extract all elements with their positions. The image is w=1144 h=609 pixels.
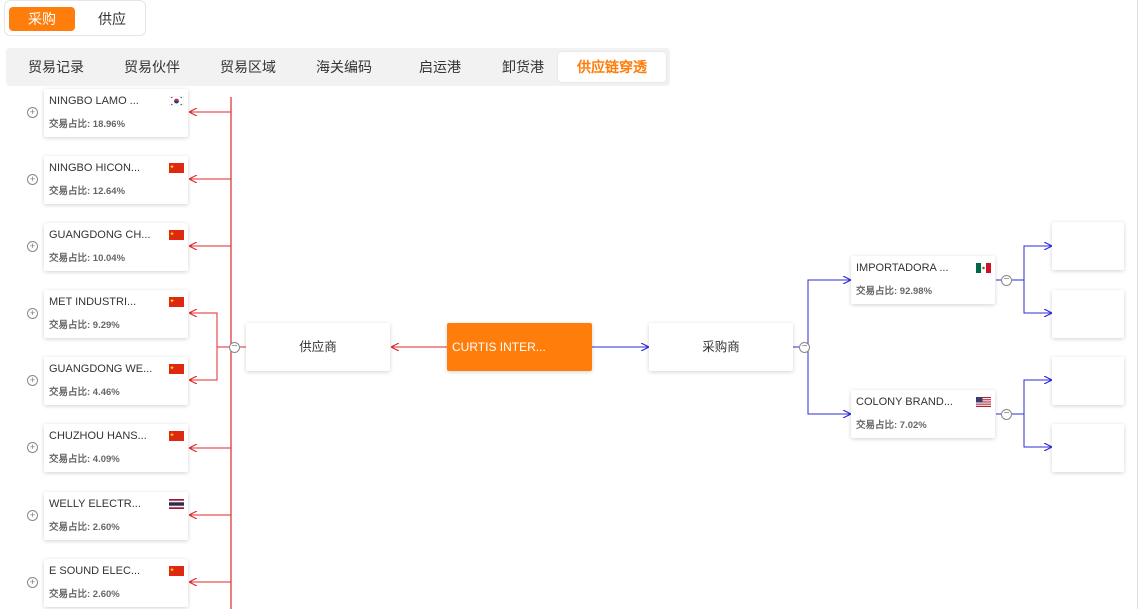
supplier-share: 交易占比: 12.64% (49, 186, 126, 197)
supplier-card[interactable]: CHUZHOU HANS... 交易占比: 4.09% (44, 424, 188, 472)
flag-cn-icon (169, 566, 184, 576)
supplier-share: 交易占比: 2.60% (49, 522, 120, 533)
supplier-card[interactable]: GUANGDONG CH... 交易占比: 10.04% (44, 223, 188, 271)
scrollbar-edge (1137, 0, 1138, 609)
supplier-share: 交易占比: 2.60% (49, 589, 120, 600)
flag-kr-icon (169, 96, 184, 106)
buyer-hub[interactable]: 采购商 (649, 323, 793, 371)
supplier-share: 交易占比: 10.04% (49, 253, 126, 264)
supplier-name: GUANGDONG WE... (49, 363, 153, 375)
supplier-card[interactable]: E SOUND ELEC... 交易占比: 2.60% (44, 559, 188, 607)
supplier-share: 交易占比: 18.96% (49, 119, 126, 130)
expand-icon[interactable]: + (27, 241, 38, 252)
flag-us-icon (976, 397, 991, 407)
leaf-node-buy[interactable]: 采购 (1052, 357, 1124, 405)
center-company[interactable]: CURTIS INTER... (447, 323, 592, 371)
flag-cn-icon (169, 230, 184, 240)
leaf-node-supply[interactable]: 供应 (1052, 424, 1124, 472)
supplier-card[interactable]: GUANGDONG WE... 交易占比: 4.46% (44, 357, 188, 405)
buyer-share: 交易占比: 92.98% (856, 286, 933, 297)
supplier-name: MET INDUSTRI... (49, 296, 137, 308)
flag-cn-icon (169, 163, 184, 173)
collapse-icon[interactable]: − (799, 342, 810, 353)
buyer-card[interactable]: IMPORTADORA ... 交易占比: 92.98% (851, 256, 995, 304)
buyer-name: COLONY BRAND... (856, 396, 953, 408)
flag-mx-icon (976, 263, 991, 273)
flag-cn-icon (169, 297, 184, 307)
buyer-card[interactable]: COLONY BRAND... 交易占比: 7.02% (851, 390, 995, 438)
expand-icon[interactable]: + (27, 510, 38, 521)
collapse-icon[interactable]: − (229, 342, 240, 353)
leaf-node-supply[interactable]: 供应 (1052, 290, 1124, 338)
expand-icon[interactable]: + (27, 174, 38, 185)
expand-icon[interactable]: + (27, 577, 38, 588)
flag-th-icon (169, 499, 184, 509)
supplier-hub[interactable]: 供应商 (246, 323, 390, 371)
supplier-name: NINGBO LAMO ... (49, 95, 139, 107)
collapse-icon[interactable]: − (1001, 275, 1012, 286)
supplier-name: NINGBO HICON... (49, 162, 141, 174)
supplier-name: GUANGDONG CH... (49, 229, 151, 241)
supplier-share: 交易占比: 4.46% (49, 387, 120, 398)
supplier-card[interactable]: NINGBO LAMO ... 交易占比: 18.96% (44, 89, 188, 137)
supplier-name: WELLY ELECTR... (49, 498, 141, 510)
supplier-card[interactable]: WELLY ELECTR... 交易占比: 2.60% (44, 492, 188, 540)
supplier-share: 交易占比: 9.29% (49, 320, 120, 331)
flag-cn-icon (169, 431, 184, 441)
supplier-card[interactable]: MET INDUSTRI... 交易占比: 9.29% (44, 290, 188, 338)
supplier-share: 交易占比: 4.09% (49, 454, 120, 465)
expand-icon[interactable]: + (27, 375, 38, 386)
expand-icon[interactable]: + (27, 442, 38, 453)
buyer-share: 交易占比: 7.02% (856, 420, 927, 431)
supplier-name: CHUZHOU HANS... (49, 430, 147, 442)
leaf-node-buy[interactable]: 采购 (1052, 222, 1124, 270)
expand-icon[interactable]: + (27, 107, 38, 118)
flag-cn-icon (169, 364, 184, 374)
collapse-icon[interactable]: − (1001, 409, 1012, 420)
supplier-name: E SOUND ELEC... (49, 565, 141, 577)
expand-icon[interactable]: + (27, 308, 38, 319)
supplier-card[interactable]: NINGBO HICON... 交易占比: 12.64% (44, 156, 188, 204)
buyer-name: IMPORTADORA ... (856, 262, 949, 274)
